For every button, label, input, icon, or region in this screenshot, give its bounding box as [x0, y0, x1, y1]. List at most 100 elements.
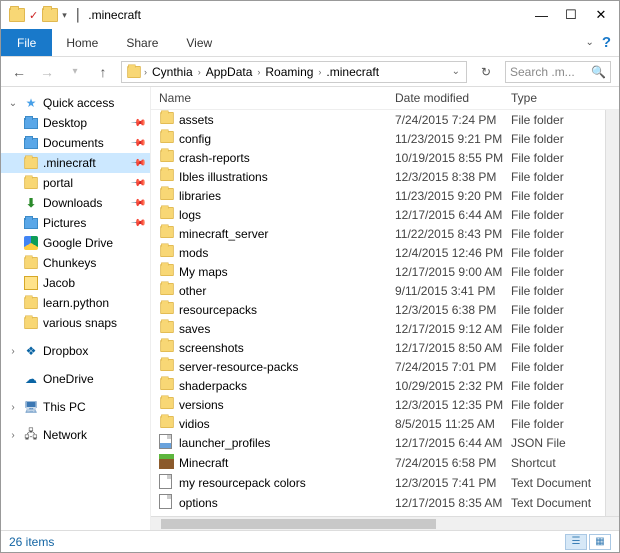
chevron-right-icon[interactable]: › — [7, 430, 19, 441]
file-date: 7/24/2015 6:58 PM — [395, 456, 511, 470]
ribbon-expand-icon[interactable]: ⌄ — [585, 29, 601, 56]
file-row[interactable]: vidios8/5/2015 11:25 AMFile folder — [151, 414, 605, 433]
sidebar-item[interactable]: various snaps — [1, 313, 150, 333]
sidebar-item[interactable]: Chunkeys — [1, 253, 150, 273]
sidebar-item[interactable]: portal📌 — [1, 173, 150, 193]
sidebar-item[interactable]: Documents📌 — [1, 133, 150, 153]
view-tab[interactable]: View — [172, 29, 226, 56]
file-name: config — [179, 132, 395, 146]
file-date: 7/24/2015 7:24 PM — [395, 113, 511, 127]
address-dropdown-icon[interactable]: ⌄ — [448, 66, 464, 77]
file-row[interactable]: shaderpacks10/29/2015 2:32 PMFile folder — [151, 376, 605, 395]
recent-dropdown-icon[interactable]: ▾ — [65, 62, 85, 82]
back-button[interactable]: ← — [9, 62, 29, 82]
sidebar-item[interactable]: ⬇ Downloads 📌 — [1, 193, 150, 213]
vertical-scrollbar[interactable] — [605, 110, 619, 516]
share-tab[interactable]: Share — [112, 29, 172, 56]
sidebar-item[interactable]: .minecraft📌 — [1, 153, 150, 173]
help-button[interactable]: ? — [602, 29, 611, 56]
navigation-pane[interactable]: ⌄ ★ Quick access Desktop📌Documents📌.mine… — [1, 87, 151, 530]
column-name[interactable]: Name — [159, 91, 395, 105]
sidebar-item[interactable]: Google Drive — [1, 233, 150, 253]
sidebar-item-label: portal — [43, 176, 73, 190]
column-date[interactable]: Date modified — [395, 91, 511, 105]
horizontal-scrollbar[interactable] — [151, 516, 619, 530]
up-button[interactable]: ↑ — [93, 62, 113, 82]
sidebar-item-label: Chunkeys — [43, 256, 96, 270]
file-name: resourcepacks — [179, 303, 395, 317]
file-row[interactable]: saves12/17/2015 9:12 AMFile folder — [151, 319, 605, 338]
folder-icon — [160, 112, 174, 124]
file-row[interactable]: crash-reports10/19/2015 8:55 PMFile fold… — [151, 148, 605, 167]
sidebar-item[interactable]: Desktop📌 — [1, 113, 150, 133]
text-file-icon — [159, 494, 172, 509]
breadcrumb-item[interactable]: Cynthia — [147, 65, 198, 79]
sidebar-item-label: Pictures — [43, 216, 86, 230]
maximize-button[interactable]: ☐ — [565, 7, 577, 23]
file-date: 12/17/2015 8:35 AM — [395, 496, 511, 510]
refresh-button[interactable]: ↻ — [475, 61, 497, 83]
search-input[interactable]: Search .m... 🔍 — [505, 61, 611, 83]
forward-button[interactable]: → — [37, 62, 57, 82]
file-date: 12/3/2015 12:35 PM — [395, 398, 511, 412]
file-row[interactable]: server-resource-packs7/24/2015 7:01 PMFi… — [151, 357, 605, 376]
sidebar-item-label: Jacob — [43, 276, 75, 290]
sidebar-item-label: Downloads — [43, 196, 102, 210]
file-row[interactable]: assets7/24/2015 7:24 PMFile folder — [151, 110, 605, 129]
file-row[interactable]: other9/11/2015 3:41 PMFile folder — [151, 281, 605, 300]
file-row[interactable]: libraries11/23/2015 9:20 PMFile folder — [151, 186, 605, 205]
column-type[interactable]: Type — [511, 91, 611, 105]
file-type: File folder — [511, 227, 597, 241]
file-row[interactable]: launcher_profiles12/17/2015 6:44 AMJSON … — [151, 433, 605, 453]
home-tab[interactable]: Home — [52, 29, 112, 56]
downloads-icon: ⬇ — [26, 196, 36, 210]
file-row[interactable]: My maps12/17/2015 9:00 AMFile folder — [151, 262, 605, 281]
file-tab[interactable]: File — [1, 29, 52, 56]
sidebar-item[interactable]: learn.python — [1, 293, 150, 313]
breadcrumb-item[interactable]: .minecraft — [321, 65, 384, 79]
thumbnails-view-button[interactable]: ▦ — [589, 534, 611, 550]
qat-dropdown-icon[interactable]: ▾ — [62, 10, 67, 21]
sidebar-quick-access[interactable]: ⌄ ★ Quick access — [1, 93, 150, 113]
file-name: shaderpacks — [179, 379, 395, 393]
file-row[interactable]: logs12/17/2015 6:44 AMFile folder — [151, 205, 605, 224]
file-name: Ibles illustrations — [179, 170, 395, 184]
minecraft-shortcut-icon — [159, 454, 174, 469]
file-row[interactable]: Ibles illustrations12/3/2015 8:38 PMFile… — [151, 167, 605, 186]
file-date: 12/17/2015 6:44 AM — [395, 436, 511, 450]
sidebar-onedrive[interactable]: ☁ OneDrive — [1, 369, 150, 389]
pin-icon: 📌 — [129, 195, 146, 212]
folder-icon — [160, 321, 174, 333]
close-button[interactable]: ✕ — [595, 7, 607, 23]
file-row[interactable]: screenshots12/17/2015 8:50 AMFile folder — [151, 338, 605, 357]
file-row[interactable]: versions12/3/2015 12:35 PMFile folder — [151, 395, 605, 414]
sidebar-dropbox[interactable]: › ❖ Dropbox — [1, 341, 150, 361]
minimize-button[interactable]: ― — [535, 8, 547, 23]
file-row[interactable]: minecraft_server11/22/2015 8:43 PMFile f… — [151, 224, 605, 243]
file-row[interactable]: resourcepacks12/3/2015 6:38 PMFile folde… — [151, 300, 605, 319]
quick-access-toolbar-icon[interactable]: ✓ — [29, 9, 38, 22]
breadcrumb-item[interactable]: Roaming — [260, 65, 318, 79]
sidebar-this-pc[interactable]: › 🖥 This PC — [1, 397, 150, 417]
file-row[interactable]: config11/23/2015 9:21 PMFile folder — [151, 129, 605, 148]
file-name: vidios — [179, 417, 395, 431]
search-icon: 🔍 — [591, 65, 606, 79]
file-row[interactable]: my resourcepack colors12/3/2015 7:41 PMT… — [151, 473, 605, 493]
breadcrumb-item[interactable]: AppData — [201, 65, 258, 79]
file-type: Text Document — [511, 476, 597, 490]
file-type: File folder — [511, 189, 597, 203]
chevron-down-icon[interactable]: ⌄ — [7, 98, 19, 109]
file-row[interactable]: mods12/4/2015 12:46 PMFile folder — [151, 243, 605, 262]
scroll-thumb[interactable] — [161, 519, 436, 529]
chevron-right-icon[interactable]: › — [7, 402, 19, 413]
sidebar-network[interactable]: › 🖧 Network — [1, 425, 150, 445]
details-view-button[interactable]: ☰ — [565, 534, 587, 550]
file-list[interactable]: assets7/24/2015 7:24 PMFile folderconfig… — [151, 110, 605, 516]
address-bar[interactable]: › Cynthia › AppData › Roaming › .minecra… — [121, 61, 467, 83]
sidebar-item[interactable]: Pictures📌 — [1, 213, 150, 233]
file-row[interactable]: options12/17/2015 8:35 AMText Document — [151, 493, 605, 513]
file-date: 8/5/2015 11:25 AM — [395, 417, 511, 431]
chevron-right-icon[interactable]: › — [7, 346, 19, 357]
sidebar-item[interactable]: Jacob — [1, 273, 150, 293]
file-row[interactable]: Minecraft7/24/2015 6:58 PMShortcut — [151, 453, 605, 473]
